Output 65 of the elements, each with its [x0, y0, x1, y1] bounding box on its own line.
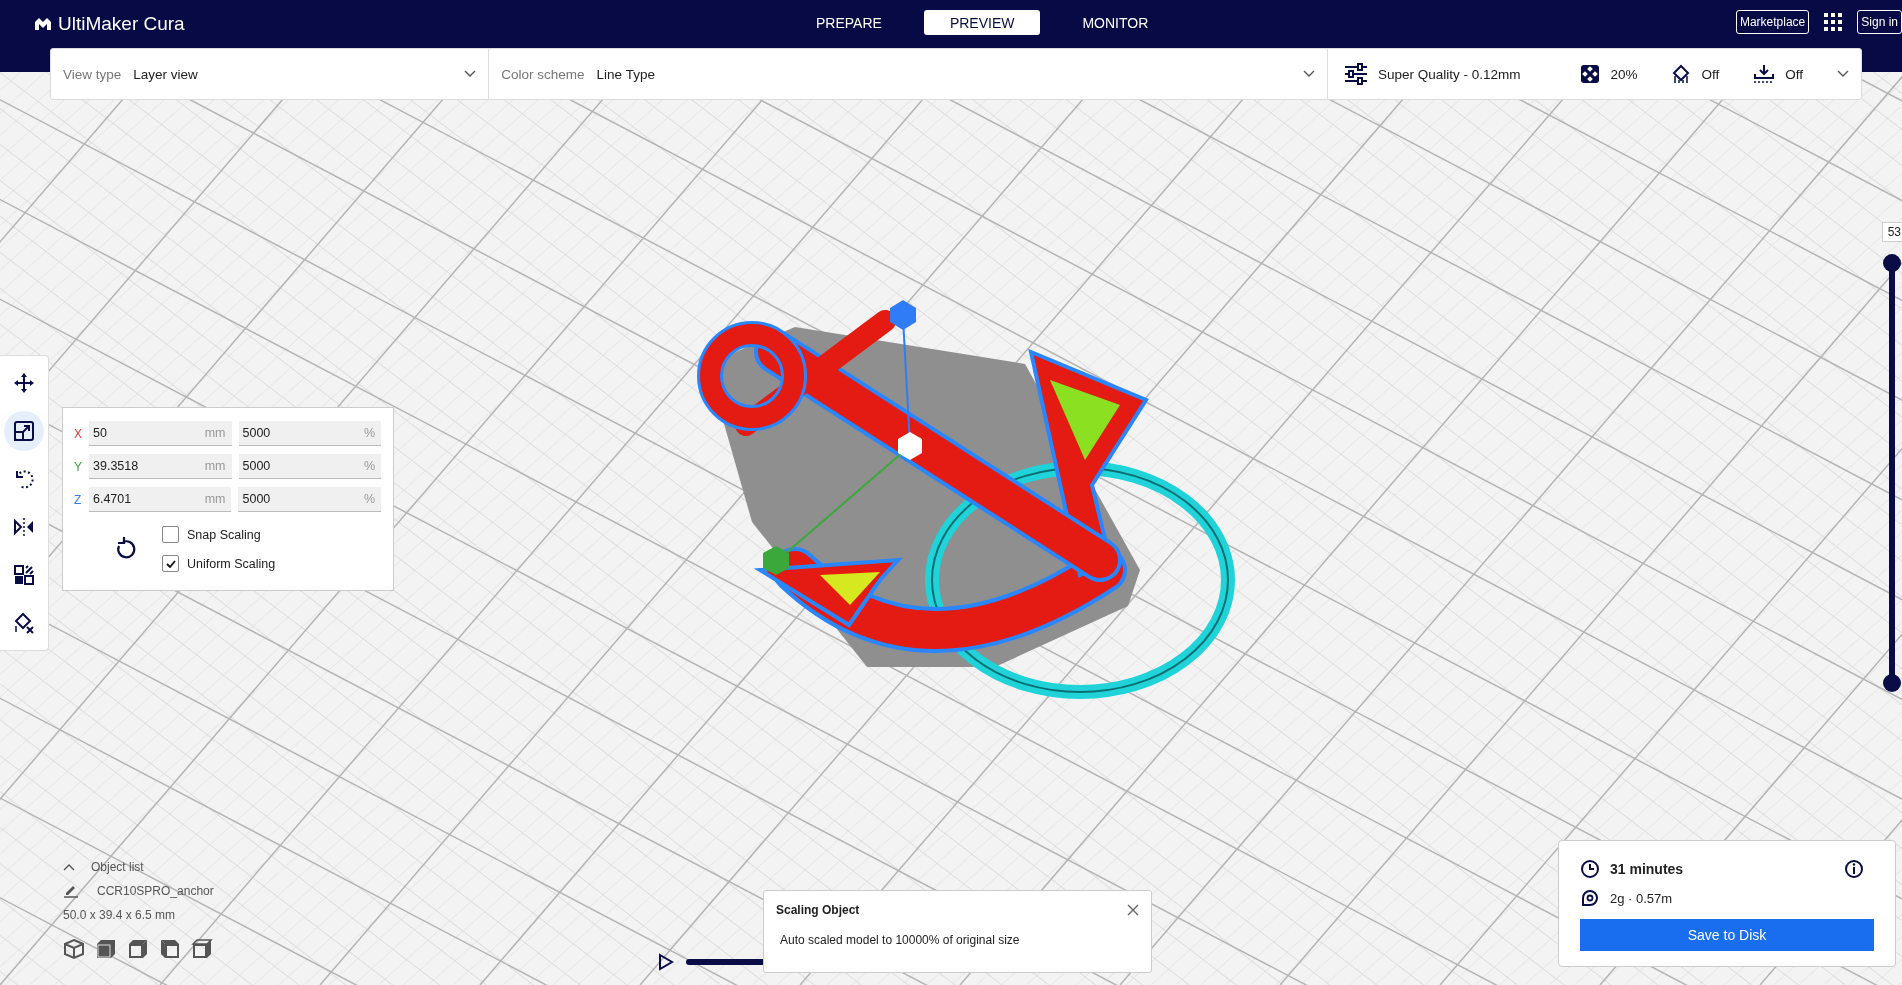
- stage-tab[interactable]: PREVIEW: [923, 10, 1041, 35]
- stage-tab[interactable]: PREPARE: [790, 10, 908, 35]
- move-arrows-icon: [13, 372, 35, 394]
- chevron-down-icon[interactable]: [464, 70, 477, 78]
- layer-slider-track[interactable]: [1883, 254, 1901, 692]
- axis-label: X: [74, 426, 82, 441]
- clock-icon: [1580, 859, 1600, 879]
- left-view-icon[interactable]: [159, 938, 181, 960]
- check-icon: [165, 559, 176, 568]
- object-dimensions: 50.0 x 39.4 x 6.5 mm: [63, 908, 177, 922]
- percent-field[interactable]: 5000 %: [238, 487, 381, 512]
- sign-in-button[interactable]: Sign in: [1857, 10, 1902, 34]
- front-view-icon[interactable]: [95, 938, 117, 960]
- percent-field[interactable]: 5000 %: [238, 454, 381, 479]
- size-field[interactable]: 6.4701 mm: [88, 487, 232, 512]
- isometric-view-icon[interactable]: [63, 938, 85, 960]
- top-view-icon[interactable]: [127, 938, 149, 960]
- marketplace-button[interactable]: Marketplace: [1735, 10, 1810, 34]
- axis-label: Y: [74, 459, 82, 474]
- mirror-icon: [13, 516, 35, 538]
- infill-value: 20%: [1610, 66, 1638, 82]
- scale-icon: [13, 420, 35, 442]
- logo-icon: [34, 17, 52, 31]
- color-scheme-dropdown[interactable]: Color scheme Line Type: [489, 49, 1328, 99]
- checkbox[interactable]: [162, 555, 179, 572]
- settings-sliders-icon: [1343, 63, 1368, 85]
- notification-message: Auto scaled model to 10000% of original size: [779, 933, 1021, 947]
- axis-label: Z: [74, 492, 82, 507]
- chevron-down-icon[interactable]: [1837, 70, 1849, 78]
- checkbox-label: Uniform Scaling: [187, 556, 276, 571]
- apps-grid-icon[interactable]: [1823, 12, 1844, 32]
- notification-title: Scaling Object: [776, 903, 860, 917]
- support-value: Off: [1701, 66, 1720, 82]
- play-icon[interactable]: [658, 953, 674, 971]
- info-icon[interactable]: [1844, 859, 1864, 879]
- adhesion-value: Off: [1785, 66, 1803, 82]
- print-time: 31 minutes: [1610, 861, 1685, 877]
- percent-field[interactable]: 5000 %: [238, 421, 381, 446]
- stage-tab[interactable]: MONITOR: [1056, 10, 1175, 35]
- app-logo-text: UltiMaker Cura: [58, 13, 185, 35]
- support-blocker-icon: [13, 612, 35, 634]
- checkbox-label: Snap Scaling: [187, 527, 261, 542]
- chevron-down-icon[interactable]: [1302, 70, 1315, 78]
- view-type-dropdown[interactable]: View type Layer view: [51, 49, 490, 99]
- pencil-icon[interactable]: [63, 884, 79, 898]
- caret-up-icon[interactable]: [63, 863, 75, 871]
- squares-icon: [13, 564, 35, 586]
- material-usage: 2g · 0.57m: [1610, 890, 1673, 906]
- size-field[interactable]: 50 mm: [89, 421, 232, 446]
- object-name: CCR10SPRO_anchor: [97, 884, 214, 898]
- save-to-disk-button[interactable]: Save to Disk: [1580, 919, 1874, 951]
- scale-tool-button[interactable]: [4, 411, 44, 451]
- rotate-icon: [13, 468, 35, 490]
- right-view-icon[interactable]: [191, 938, 213, 960]
- support-icon: [1671, 64, 1692, 84]
- checkbox[interactable]: [162, 526, 179, 543]
- adhesion-icon: [1753, 64, 1776, 84]
- close-icon[interactable]: [1127, 904, 1139, 916]
- profile-text: Super Quality - 0.12mm: [1377, 66, 1521, 82]
- size-field[interactable]: 39.3518 mm: [89, 454, 232, 479]
- reset-icon[interactable]: [114, 537, 136, 561]
- layer-number-label: 53: [1881, 222, 1902, 242]
- infill-icon: [1580, 64, 1601, 84]
- object-list-toggle[interactable]: Object list: [91, 860, 144, 874]
- filament-spool-icon: [1580, 888, 1600, 908]
